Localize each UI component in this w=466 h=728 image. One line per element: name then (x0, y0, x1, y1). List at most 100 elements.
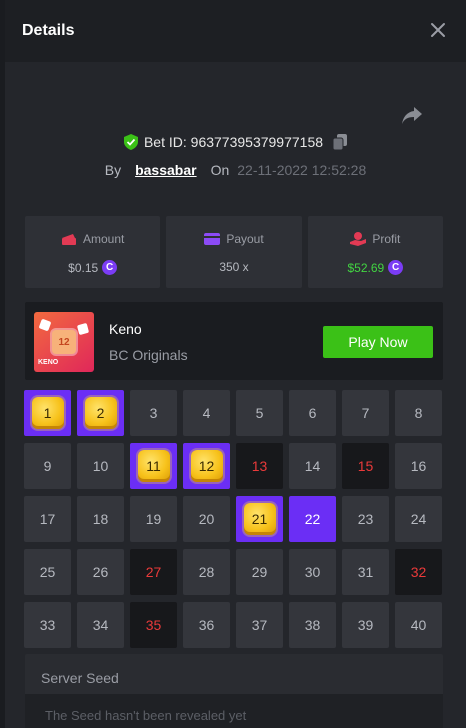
cell-number: 13 (251, 458, 268, 474)
shield-check-icon (123, 134, 138, 150)
keno-cell: 26 (77, 549, 124, 595)
cell-number: 4 (202, 405, 211, 421)
gem-ball: 21 (243, 503, 276, 535)
server-seed-value: The Seed hasn't been revealed yet (45, 708, 247, 723)
cell-number: 5 (255, 405, 264, 421)
hand-coin-icon (350, 232, 367, 246)
cell-number: 26 (92, 564, 109, 580)
cell-number: 25 (39, 564, 56, 580)
keno-cell: 3 (130, 390, 177, 436)
keno-cell: 36 (183, 602, 230, 648)
keno-cell: 40 (395, 602, 442, 648)
amount-value: $0.15 (68, 260, 99, 275)
thumbnail-label: KENO (38, 359, 59, 366)
keno-cell: 15 (342, 443, 389, 489)
cell-number: 27 (145, 564, 162, 580)
cell-number: 23 (357, 511, 374, 527)
wallet-icon (61, 234, 76, 245)
dice-icon (38, 318, 52, 332)
cell-number: 30 (304, 564, 321, 580)
keno-cell: 28 (183, 549, 230, 595)
cell-number: 22 (304, 511, 321, 527)
cell-number: 37 (251, 617, 268, 633)
keno-cell: 31 (342, 549, 389, 595)
modal-title: Details (22, 22, 75, 39)
keno-cell: 6 (289, 390, 336, 436)
cell-number: 39 (357, 617, 374, 633)
share-icon[interactable] (400, 105, 424, 125)
gem-ball: 2 (84, 397, 117, 429)
bet-date: 22-11-2022 12:52:28 (237, 162, 367, 178)
keno-cell: 1 (24, 390, 71, 436)
cell-number: 17 (39, 511, 56, 527)
cell-number: 15 (357, 458, 374, 474)
stat-amount: Amount $0.15 C (25, 216, 161, 288)
keno-cell: 21 (236, 496, 283, 542)
keno-cell: 24 (395, 496, 442, 542)
game-provider: BC Originals (109, 347, 188, 363)
keno-cell: 25 (24, 549, 71, 595)
user-link[interactable]: bassabar (135, 162, 196, 178)
gem-ball: 12 (190, 450, 223, 482)
cell-number: 14 (304, 458, 321, 474)
keno-thumbnail[interactable]: 12 KENO (34, 312, 94, 372)
keno-cell: 23 (342, 496, 389, 542)
keno-cell: 16 (395, 443, 442, 489)
play-now-button[interactable]: Play Now (323, 326, 433, 358)
bet-meta-row: By bassabar On 22-11-2022 12:52:28 (5, 162, 466, 178)
cell-number: 34 (92, 617, 109, 633)
keno-cell: 35 (130, 602, 177, 648)
details-modal: Details Bet ID: 96377395379977158 By bas… (5, 0, 466, 728)
profit-label: Profit (372, 232, 401, 246)
cell-number: 8 (414, 405, 423, 421)
copy-icon[interactable] (333, 134, 348, 150)
cell-number: 35 (145, 617, 162, 633)
cell-number: 24 (410, 511, 427, 527)
stats-row: Amount $0.15 C Payout 350 x Profit $52.6… (25, 216, 443, 288)
game-card: 12 KENO Keno BC Originals Play Now (25, 302, 443, 380)
cell-number: 32 (410, 564, 427, 580)
keno-cell: 2 (77, 390, 124, 436)
modal-header: Details (5, 0, 466, 62)
keno-cell: 17 (24, 496, 71, 542)
cell-number: 18 (92, 511, 109, 527)
bet-id-row: Bet ID: 96377395379977158 (5, 134, 466, 150)
keno-cell: 37 (236, 602, 283, 648)
keno-cell: 8 (395, 390, 442, 436)
keno-cell: 39 (342, 602, 389, 648)
coin-icon: C (388, 260, 404, 275)
keno-cell: 9 (24, 443, 71, 489)
cell-number: 36 (198, 617, 215, 633)
close-icon[interactable] (430, 22, 446, 38)
by-label: By (104, 162, 122, 178)
keno-cell: 20 (183, 496, 230, 542)
cell-number: 6 (308, 405, 317, 421)
keno-cell: 18 (77, 496, 124, 542)
server-seed-card: Server Seed The Seed hasn't been reveale… (25, 654, 443, 728)
keno-cell: 30 (289, 549, 336, 595)
dice-icon (76, 322, 90, 336)
cell-number: 28 (198, 564, 215, 580)
keno-cell: 22 (289, 496, 336, 542)
game-name: Keno (109, 321, 142, 337)
gem-ball: 1 (31, 397, 64, 429)
keno-cell: 13 (236, 443, 283, 489)
keno-cell: 19 (130, 496, 177, 542)
cell-number: 38 (304, 617, 321, 633)
server-seed-field: The Seed hasn't been revealed yet (25, 694, 443, 728)
card-icon (204, 233, 221, 245)
keno-cell: 27 (130, 549, 177, 595)
cell-number: 7 (361, 405, 370, 421)
profit-value: $52.69 (347, 260, 385, 275)
payout-value: 350 x (219, 260, 249, 274)
keno-cell: 33 (24, 602, 71, 648)
cell-number: 33 (39, 617, 56, 633)
keno-board: 1 2 3 4 5 6 7 8 9 10 11 12 13 14 15 16 17 18 19 20 21 22 23 24 2… (24, 390, 444, 648)
cell-number: 20 (198, 511, 215, 527)
cell-number: 29 (251, 564, 268, 580)
cell-number: 31 (357, 564, 374, 580)
cell-number: 9 (43, 458, 52, 474)
keno-cell: 12 (183, 443, 230, 489)
cell-number: 40 (410, 617, 427, 633)
gem-ball: 11 (137, 450, 170, 482)
